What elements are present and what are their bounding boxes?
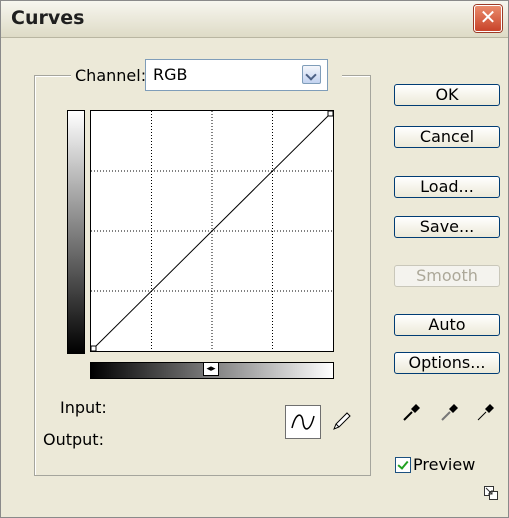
curve-graph[interactable] (90, 110, 334, 352)
black-eyedropper-button[interactable] (400, 400, 424, 424)
gradient-direction-toggle[interactable]: ◂▸ (203, 362, 219, 376)
preview-label: Preview (413, 455, 476, 474)
close-button[interactable]: ✕ (474, 5, 502, 32)
preview-checkbox[interactable] (395, 457, 411, 473)
curve-point-start[interactable] (90, 345, 97, 352)
chevron-down-icon[interactable] (302, 65, 321, 84)
close-icon: ✕ (479, 5, 497, 29)
group-border-gap (328, 72, 342, 78)
output-gradient-bar (67, 110, 85, 354)
curve-point-end[interactable] (327, 110, 334, 117)
white-eyedropper-icon (477, 404, 494, 421)
curve-tool-button[interactable] (285, 405, 321, 439)
channel-select[interactable]: RGB (145, 59, 328, 91)
title-bar[interactable]: Curves ✕ (1, 1, 508, 38)
pencil-icon (333, 412, 351, 430)
expand-icon (484, 486, 498, 500)
channel-value: RGB (153, 65, 188, 84)
load-button[interactable]: Load... (394, 176, 500, 198)
white-eyedropper-button[interactable] (474, 400, 498, 424)
dialog-title: Curves (11, 7, 85, 29)
expand-button[interactable] (484, 485, 498, 500)
curve-tool-icon (291, 414, 315, 430)
save-button[interactable]: Save... (394, 216, 500, 238)
black-eyedropper-icon (403, 404, 420, 421)
input-label: Input: (60, 398, 107, 417)
pencil-tool-button[interactable] (329, 410, 353, 434)
gray-eyedropper-button[interactable] (438, 400, 462, 424)
channel-label: Channel: (71, 66, 151, 85)
cancel-button[interactable]: Cancel (394, 126, 500, 148)
output-label: Output: (43, 430, 104, 449)
gray-eyedropper-icon (441, 404, 458, 421)
options-button[interactable]: Options... (394, 352, 500, 374)
ok-button[interactable]: OK (394, 84, 500, 106)
smooth-button[interactable]: Smooth (394, 265, 500, 287)
curve-graph-svg (90, 110, 334, 352)
auto-button[interactable]: Auto (394, 314, 500, 336)
